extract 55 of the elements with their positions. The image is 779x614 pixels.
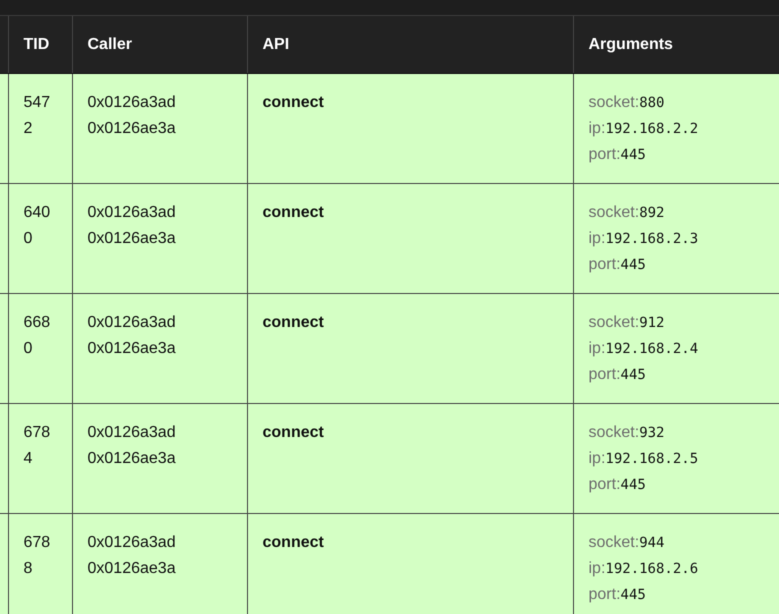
api-name: connect bbox=[262, 314, 324, 331]
argument-name: port: bbox=[588, 146, 621, 163]
caller-address: 0x0126ae3a bbox=[88, 229, 177, 249]
argument-name: ip: bbox=[588, 560, 606, 577]
table-cell: 5472 bbox=[8, 74, 72, 184]
argument-name: ip: bbox=[588, 340, 606, 357]
argument-name: port: bbox=[588, 476, 621, 493]
caller-address: 0x0126a3ad bbox=[88, 423, 177, 443]
caller-address: 0x0126ae3a bbox=[88, 339, 177, 359]
argument-value: 932 bbox=[639, 425, 664, 441]
api-name: connect bbox=[262, 534, 324, 551]
column-header: TID bbox=[8, 16, 72, 74]
argument-name: socket: bbox=[588, 94, 640, 111]
table-cell: 6400 bbox=[8, 184, 72, 294]
table-cell: 6680 bbox=[8, 294, 72, 404]
argument-name: ip: bbox=[588, 230, 606, 247]
caller-address: 0x0126a3ad bbox=[88, 93, 177, 113]
caller-address: 0x0126a3ad bbox=[88, 203, 177, 223]
api-name: connect bbox=[262, 424, 324, 441]
argument-name: socket: bbox=[588, 204, 640, 221]
argument-value: 192.168.2.6 bbox=[605, 561, 698, 577]
column-header: Arguments bbox=[573, 16, 779, 74]
caller-address: 0x0126ae3a bbox=[88, 119, 177, 139]
argument-value: 445 bbox=[620, 367, 646, 383]
argument-name: port: bbox=[588, 366, 621, 383]
argument-value: 192.168.2.3 bbox=[605, 231, 698, 247]
argument-value: 192.168.2.2 bbox=[605, 121, 698, 137]
argument-name: ip: bbox=[588, 120, 606, 137]
caller-address: 0x0126ae3a bbox=[88, 449, 177, 469]
argument-value: 445 bbox=[620, 147, 646, 163]
argument-value: 944 bbox=[639, 535, 664, 551]
argument-value: 445 bbox=[620, 477, 646, 493]
argument-name: socket: bbox=[588, 534, 640, 551]
header-cell bbox=[0, 16, 8, 74]
caller-address: 0x0126a3ad bbox=[88, 313, 177, 333]
argument-value: 192.168.2.5 bbox=[605, 451, 698, 467]
argument-value: 880 bbox=[639, 95, 664, 111]
argument-name: ip: bbox=[588, 450, 606, 467]
table-cell: 6784 bbox=[8, 404, 72, 514]
caller-address: 0x0126ae3a bbox=[88, 559, 177, 579]
argument-value: 445 bbox=[620, 257, 646, 273]
api-name: connect bbox=[262, 94, 324, 111]
argument-value: 445 bbox=[620, 587, 646, 603]
caller-address: 0x0126a3ad bbox=[88, 533, 177, 553]
argument-value: 912 bbox=[639, 315, 664, 331]
api-name: connect bbox=[262, 204, 324, 221]
column-header: API bbox=[247, 16, 573, 74]
argument-name: socket: bbox=[588, 314, 640, 331]
argument-name: socket: bbox=[588, 424, 640, 441]
argument-value: 192.168.2.4 bbox=[605, 341, 698, 357]
argument-name: port: bbox=[588, 586, 621, 603]
column-header: Caller bbox=[72, 16, 247, 74]
argument-value: 892 bbox=[639, 205, 664, 221]
table-cell: 6788 bbox=[8, 514, 72, 614]
argument-name: port: bbox=[588, 256, 621, 273]
